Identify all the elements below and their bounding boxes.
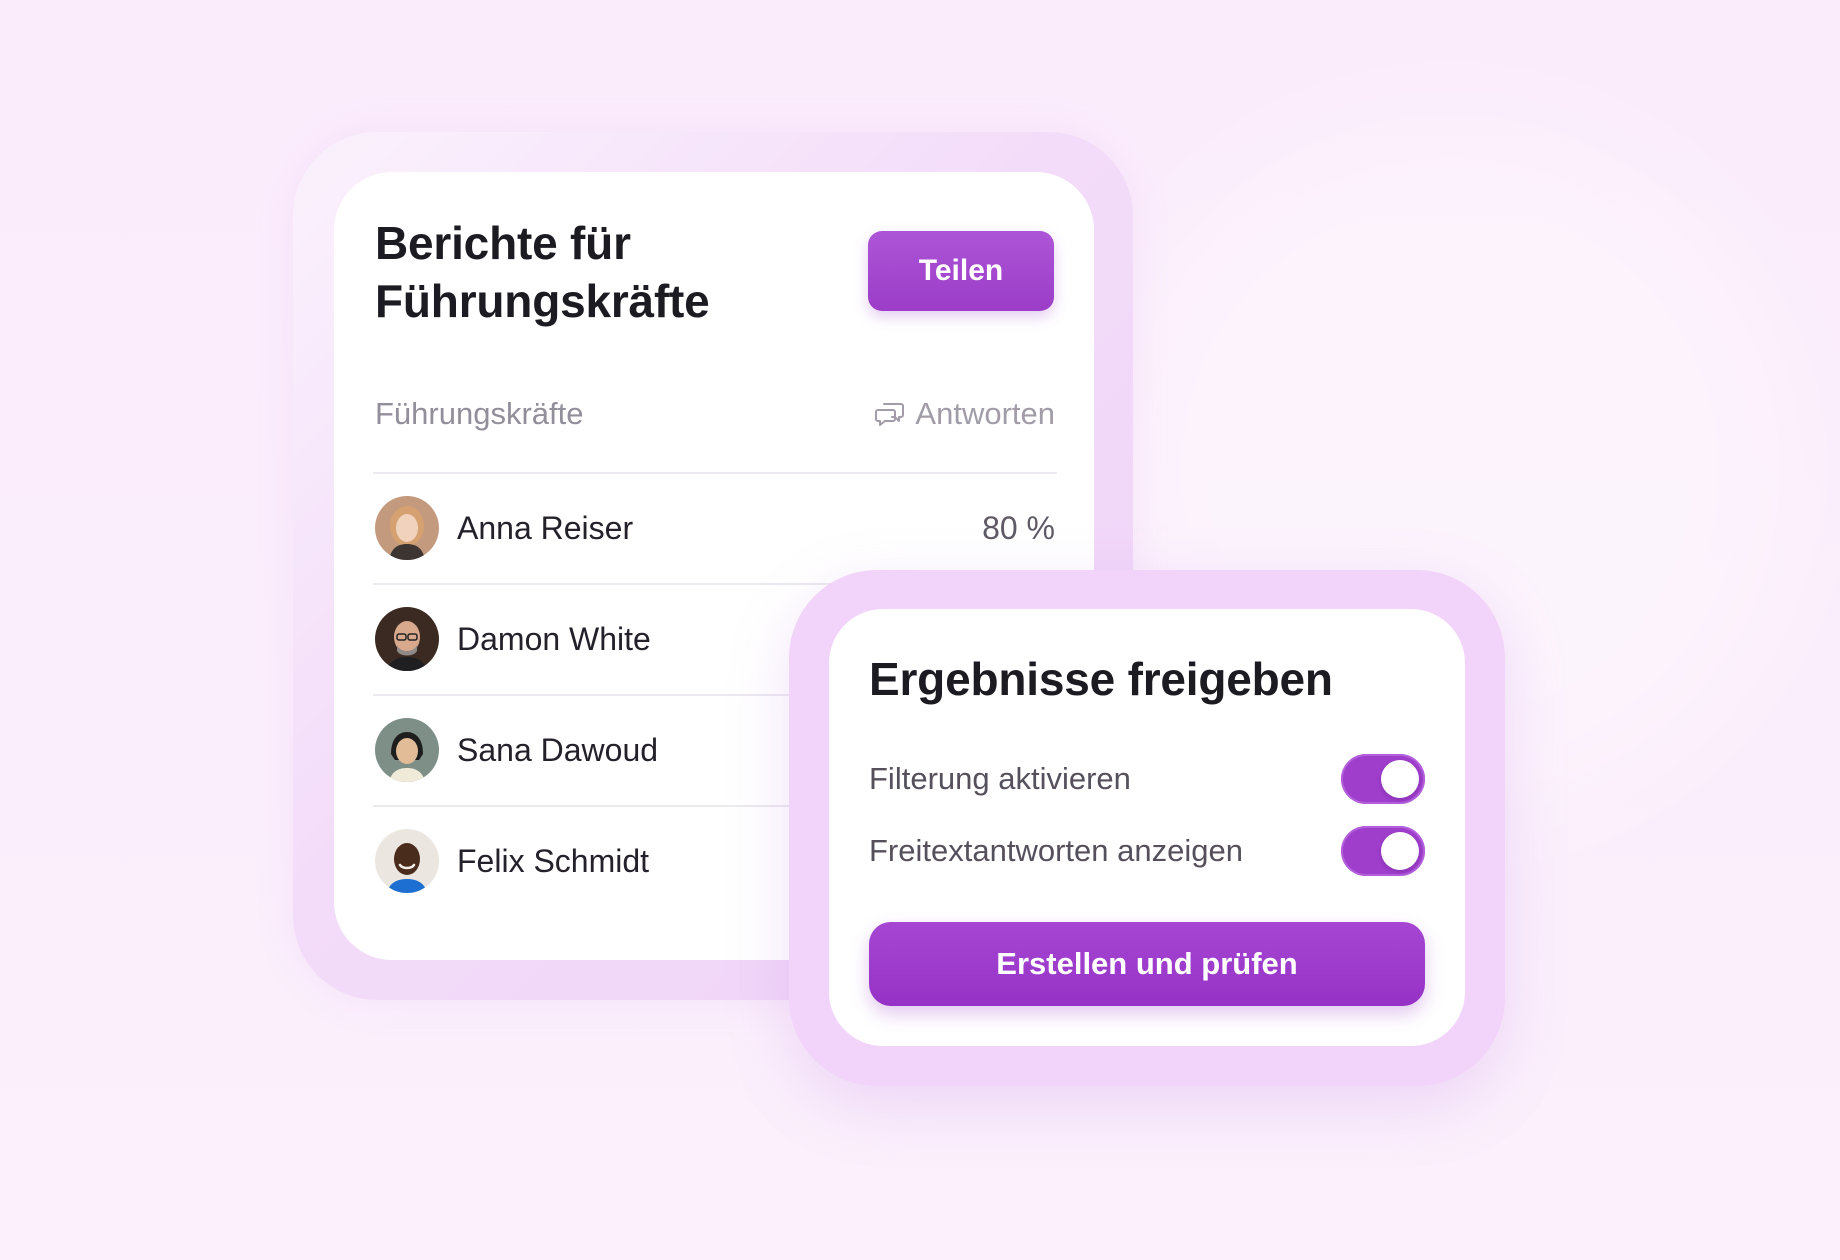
avatar [375, 607, 439, 671]
reports-title-line2: Führungskräfte [375, 275, 710, 327]
response-rate: 80 % [982, 510, 1055, 546]
toggle-knob [1381, 760, 1419, 798]
create-and-review-button[interactable]: Erstellen und prüfen [869, 922, 1425, 1006]
chat-bubbles-icon [875, 403, 905, 426]
option-free-text: Freitextantworten anzeigen [869, 825, 1425, 877]
avatar [375, 829, 439, 893]
table-row[interactable]: Anna Reiser 80 % [373, 472, 1057, 583]
avatar [375, 496, 439, 560]
person-name: Anna Reiser [457, 510, 634, 546]
toggle-knob [1381, 832, 1419, 870]
person-name: Felix Schmidt [457, 843, 650, 879]
reports-title-line1: Berichte für [375, 217, 631, 269]
column-header-responses-label: Antworten [915, 396, 1055, 431]
reports-title: Berichte für Führungskräfte [375, 214, 710, 330]
free-text-toggle[interactable] [1341, 826, 1425, 876]
option-free-text-label: Freitextantworten anzeigen [869, 833, 1243, 868]
person-name: Damon White [457, 621, 651, 657]
table-header: Führungskräfte Antworten [375, 394, 1055, 434]
option-filtering-label: Filterung aktivieren [869, 761, 1131, 796]
release-card: Ergebnisse freigeben Filterung aktiviere… [829, 609, 1465, 1046]
filtering-toggle[interactable] [1341, 754, 1425, 804]
avatar [375, 718, 439, 782]
column-header-responses: Antworten [875, 394, 1055, 434]
person-name: Sana Dawoud [457, 732, 659, 768]
option-filtering: Filterung aktivieren [869, 753, 1425, 805]
column-header-managers: Führungskräfte [375, 396, 584, 431]
release-title: Ergebnisse freigeben [869, 653, 1333, 705]
share-button[interactable]: Teilen [868, 231, 1054, 311]
